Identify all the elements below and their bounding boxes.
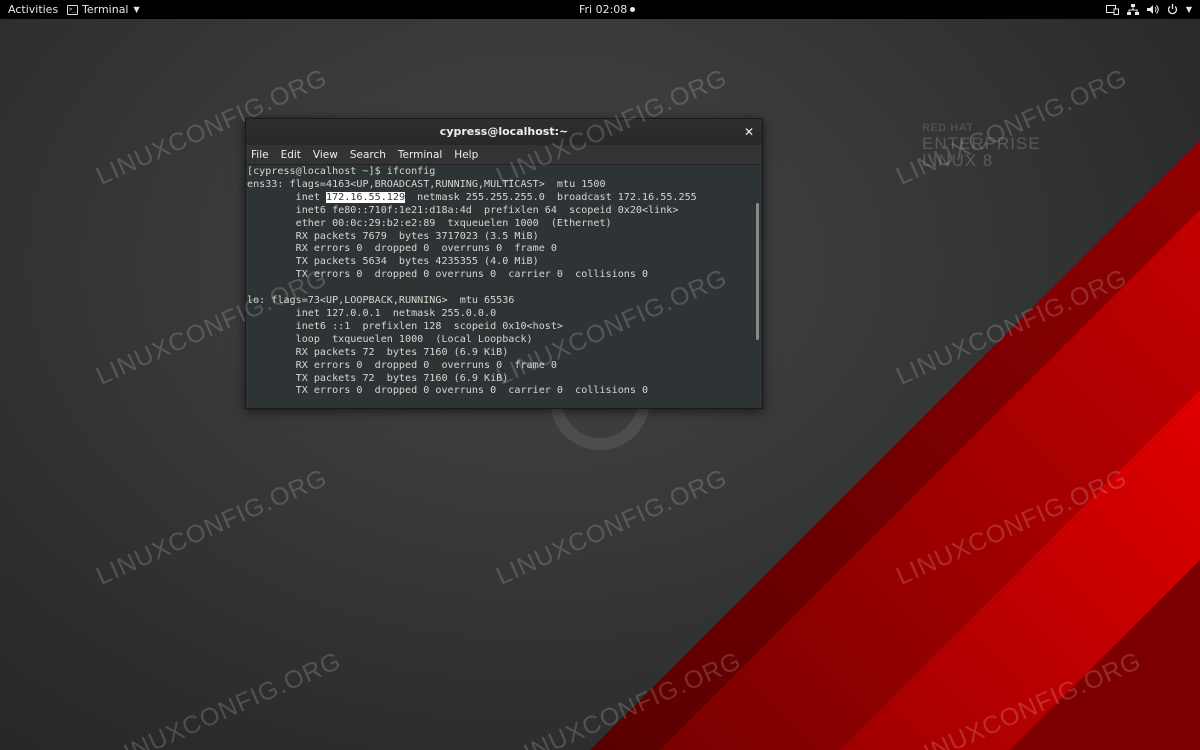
notification-dot-icon xyxy=(630,7,636,12)
menu-file[interactable]: File xyxy=(251,149,269,161)
menu-search[interactable]: Search xyxy=(350,149,386,161)
terminal-line: TX errors 0 dropped 0 overruns 0 carrier… xyxy=(247,385,649,397)
network-icon[interactable] xyxy=(1126,0,1139,19)
menu-terminal[interactable]: Terminal xyxy=(398,149,442,161)
terminal-line-prefix: inet xyxy=(247,191,327,203)
rhel-logo: RED HAT ENTERPRISE LINUX 8 xyxy=(922,122,1041,170)
terminal-output[interactable]: [cypress@localhost ~]$ ifconfig ens33: f… xyxy=(246,165,762,408)
terminal-line: TX packets 72 bytes 7160 (6.9 KiB) xyxy=(247,372,509,384)
terminal-text: [cypress@localhost ~]$ ifconfig ens33: f… xyxy=(246,166,697,398)
selected-ip-address[interactable]: 172.16.55.129 xyxy=(326,191,406,203)
logo-line-3: LINUX 8 xyxy=(922,151,994,170)
terminal-line: ether 00:0c:29:b2:e2:89 txqueuelen 1000 … xyxy=(247,217,612,229)
top-bar: Activities >_ Terminal ▼ Fri 02:08 ▼ xyxy=(0,0,1200,19)
clock-button[interactable]: Fri 02:08 xyxy=(579,0,636,19)
app-menu-label: Terminal xyxy=(82,3,129,16)
terminal-line: inet6 fe80::710f:1e21:d18a:4d prefixlen … xyxy=(247,204,679,216)
desktop: RED HAT ENTERPRISE LINUX 8 Activities >_… xyxy=(0,0,1200,750)
terminal-window[interactable]: cypress@localhost:~ ✕ File Edit View Sea… xyxy=(245,118,763,409)
terminal-icon: >_ xyxy=(67,4,78,15)
clock-label: Fri 02:08 xyxy=(579,3,628,16)
terminal-line: [cypress@localhost ~]$ ifconfig xyxy=(247,166,436,177)
terminal-line: lo: flags=73<UP,LOOPBACK,RUNNING> mtu 65… xyxy=(247,295,515,307)
terminal-line: TX packets 5634 bytes 4235355 (4.0 MiB) xyxy=(247,256,539,268)
scrollbar[interactable] xyxy=(756,203,759,340)
menu-bar: File Edit View Search Terminal Help xyxy=(246,145,762,165)
logo-line-2: ENTERPRISE xyxy=(922,134,1041,153)
chevron-down-icon[interactable]: ▼ xyxy=(1186,0,1192,19)
terminal-line: RX errors 0 dropped 0 overruns 0 frame 0 xyxy=(247,359,557,371)
terminal-line: TX errors 0 dropped 0 overruns 0 carrier… xyxy=(247,269,649,281)
terminal-line: ens33: flags=4163<UP,BROADCAST,RUNNING,M… xyxy=(247,178,606,190)
logo-line-1: RED HAT xyxy=(922,122,974,134)
terminal-line: RX packets 7679 bytes 3717023 (3.5 MiB) xyxy=(247,230,539,242)
terminal-line: RX packets 72 bytes 7160 (6.9 KiB) xyxy=(247,346,509,358)
app-menu-button[interactable]: >_ Terminal ▼ xyxy=(67,0,140,19)
menu-help[interactable]: Help xyxy=(454,149,478,161)
title-bar[interactable]: cypress@localhost:~ ✕ xyxy=(246,119,762,145)
terminal-line: inet6 ::1 prefixlen 128 scopeid 0x10<hos… xyxy=(247,320,564,332)
terminal-line: RX errors 0 dropped 0 overruns 0 frame 0 xyxy=(247,243,557,255)
menu-view[interactable]: View xyxy=(313,149,338,161)
terminal-line: loop txqueuelen 1000 (Local Loopback) xyxy=(247,333,533,345)
screen-icon[interactable] xyxy=(1105,0,1119,19)
system-tray[interactable]: ▼ xyxy=(1105,0,1192,19)
activities-button[interactable]: Activities xyxy=(8,0,58,19)
window-title: cypress@localhost:~ xyxy=(439,125,569,138)
menu-edit[interactable]: Edit xyxy=(281,149,301,161)
close-icon[interactable]: ✕ xyxy=(744,119,754,145)
chevron-down-icon: ▼ xyxy=(133,5,140,14)
power-icon[interactable] xyxy=(1167,0,1178,19)
volume-icon[interactable] xyxy=(1146,0,1159,19)
terminal-line-rest: netmask 255.255.255.0 broadcast 172.16.5… xyxy=(405,191,697,203)
terminal-line: inet 127.0.0.1 netmask 255.0.0.0 xyxy=(247,307,497,319)
